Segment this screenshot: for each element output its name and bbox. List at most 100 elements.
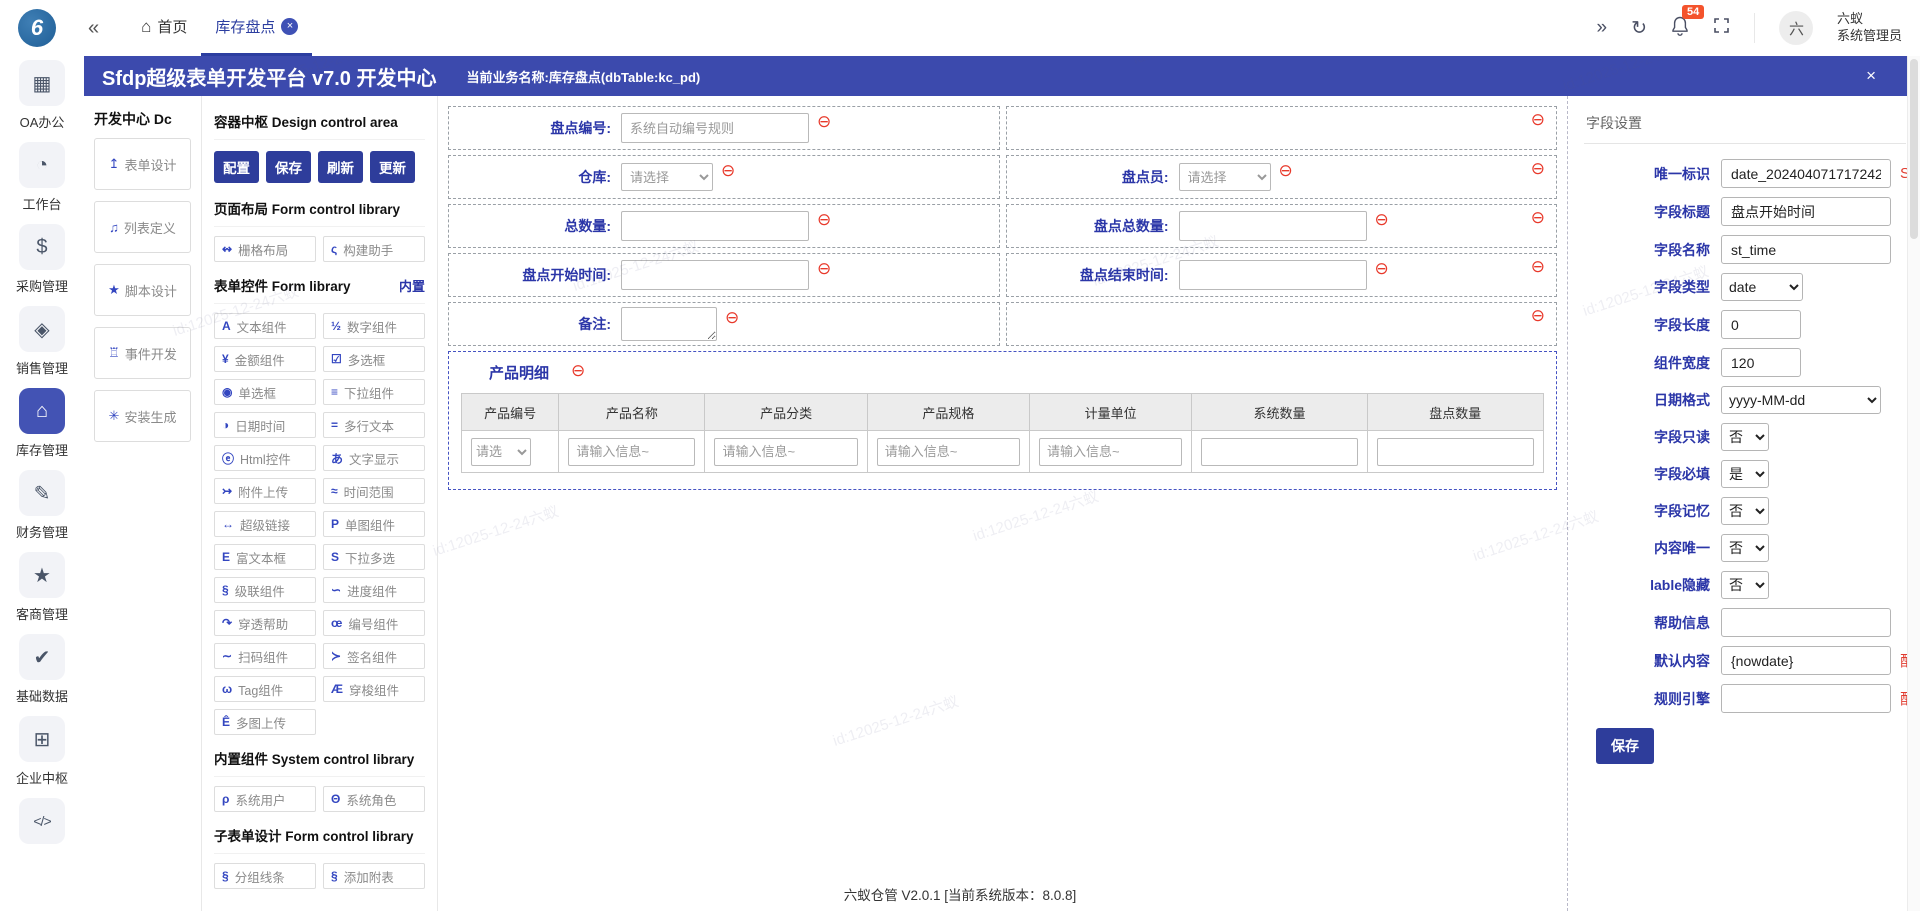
remove-field-icon[interactable]: ⊖ (1375, 211, 1389, 228)
remove-row-icon[interactable]: ⊖ (1531, 307, 1545, 324)
component-scan[interactable]: ∼ 扫码组件 (214, 643, 316, 669)
component-multi-select[interactable]: S 下拉多选 (323, 544, 425, 570)
field-name-input[interactable] (1721, 235, 1891, 264)
component-serial[interactable]: œ 编号组件 (323, 610, 425, 636)
component-tag[interactable]: ω Tag组件 (214, 676, 316, 702)
total-qty-input[interactable] (621, 211, 809, 241)
sidebar-item-sales[interactable]: ◈ 销售管理 (16, 306, 68, 377)
component-richtext[interactable]: E 富文本框 (214, 544, 316, 570)
component-text[interactable]: A 文本组件 (214, 313, 316, 339)
component-system-role[interactable]: Θ 系统角色 (323, 786, 425, 812)
unique-content-select[interactable]: 否 (1721, 534, 1769, 562)
cell-checker[interactable]: 盘点员: 请选择 ⊖ (1005, 155, 1557, 199)
collapse-sidebar-icon[interactable]: « (88, 17, 99, 40)
component-datetime[interactable]: ◑ 日期时间 (214, 412, 316, 438)
remark-textarea[interactable] (621, 307, 717, 341)
unique-id-input[interactable] (1721, 159, 1891, 188)
remove-row-icon[interactable]: ⊖ (1531, 209, 1545, 226)
tab-close-icon[interactable]: × (281, 18, 299, 35)
inventory-no-input[interactable] (621, 113, 809, 143)
date-format-select[interactable]: yyyy-MM-dd (1721, 386, 1881, 414)
remove-row-icon[interactable]: ⊖ (1531, 258, 1545, 275)
check-total-qty-input[interactable] (1178, 211, 1367, 241)
remove-field-icon[interactable]: ⊖ (1375, 260, 1389, 277)
dev-item-install-gen[interactable]: ✳ 安装生成 (94, 390, 191, 442)
field-title-input[interactable] (1721, 197, 1891, 226)
product-spec-input[interactable] (876, 437, 1021, 466)
component-width-input[interactable] (1721, 348, 1801, 377)
tab-home[interactable]: ⌂ 首页 (127, 0, 201, 56)
readonly-select[interactable]: 否 (1721, 423, 1769, 451)
scrollbar-thumb[interactable] (1910, 59, 1918, 239)
save-button[interactable]: 保存 (266, 151, 311, 183)
field-type-select[interactable]: date (1721, 273, 1803, 301)
remove-field-icon[interactable]: ⊖ (1279, 162, 1293, 179)
grid-layout-item[interactable]: ↭ 栅格布局 (214, 236, 316, 262)
cell-empty[interactable] (1005, 302, 1557, 346)
sidebar-item-customer[interactable]: ★ 客商管理 (16, 552, 68, 623)
component-text-display[interactable]: あ文字显示 (323, 445, 425, 471)
sidebar-item-finance[interactable]: ✎ 财务管理 (16, 470, 68, 541)
app-logo-icon[interactable]: 6 (18, 9, 56, 47)
end-time-input[interactable] (1178, 260, 1367, 290)
component-amount[interactable]: ¥ 金额组件 (214, 346, 316, 372)
remove-field-icon[interactable]: ⊖ (817, 113, 831, 130)
expand-icon[interactable]: » (1596, 17, 1607, 39)
cell-check-total-qty[interactable]: 盘点总数量: ⊖ (1005, 204, 1557, 248)
cell-inventory-no[interactable]: 盘点编号: ⊖ (448, 106, 1000, 150)
cell-empty[interactable] (1005, 106, 1557, 150)
component-radio[interactable]: ◉ 单选框 (214, 379, 316, 405)
remove-row-icon[interactable]: ⊖ (1531, 111, 1545, 128)
remove-detail-icon[interactable]: ⊖ (571, 362, 585, 379)
product-name-input[interactable] (568, 437, 696, 466)
config-button[interactable]: 配置 (214, 151, 259, 183)
warehouse-select[interactable]: 请选择 (621, 163, 713, 191)
cell-end-time[interactable]: 盘点结束时间: ⊖ (1005, 253, 1557, 297)
component-cascade[interactable]: § 级联组件 (214, 577, 316, 603)
remove-field-icon[interactable]: ⊖ (721, 162, 735, 179)
unit-input[interactable] (1039, 437, 1183, 466)
tab-inventory-check[interactable]: 库存盘点 × (201, 0, 313, 56)
avatar[interactable]: 六 (1778, 11, 1813, 45)
component-dropdown[interactable]: ≡ 下拉组件 (323, 379, 425, 405)
help-info-input[interactable] (1721, 608, 1891, 637)
cell-total-qty[interactable]: 总数量: ⊖ (448, 204, 1000, 248)
field-length-input[interactable] (1721, 310, 1801, 339)
page-scrollbar[interactable] (1907, 56, 1920, 911)
sidebar-item-inventory[interactable]: ⌂ 库存管理 (16, 388, 68, 459)
component-progress[interactable]: ∽ 进度组件 (323, 577, 425, 603)
designer-close-icon[interactable]: × (1866, 66, 1876, 86)
component-multiline[interactable]: = 多行文本 (323, 412, 425, 438)
cell-warehouse[interactable]: 仓库: 请选择 ⊖ (448, 155, 1000, 199)
remove-field-icon[interactable]: ⊖ (817, 211, 831, 228)
build-helper-item[interactable]: ς 构建助手 (323, 236, 425, 262)
sidebar-item-oa[interactable]: ▦ OA办公 (19, 60, 65, 131)
sidebar-item-basedata[interactable]: ✔ 基础数据 (16, 634, 68, 705)
user-meta[interactable]: 六蚁 系统管理员 (1837, 11, 1902, 45)
sidebar-item-enterprise[interactable]: ⊞ 企业中枢 (16, 716, 68, 787)
sidebar-item-purchase[interactable]: $ 采购管理 (16, 224, 68, 295)
component-hyperlink[interactable]: ↔ 超级链接 (214, 511, 316, 537)
system-qty-input[interactable] (1201, 437, 1358, 466)
component-attachment[interactable]: ↣ 附件上传 (214, 478, 316, 504)
remove-field-icon[interactable]: ⊖ (817, 260, 831, 277)
component-multi-image[interactable]: Ê 多图上传 (214, 709, 316, 735)
field-save-button[interactable]: 保存 (1596, 728, 1654, 764)
start-time-input[interactable] (621, 260, 809, 290)
check-qty-input[interactable] (1376, 437, 1534, 466)
memory-select[interactable]: 否 (1721, 497, 1769, 525)
component-time-range[interactable]: ≈ 时间范围 (323, 478, 425, 504)
product-category-input[interactable] (714, 437, 858, 466)
component-transfer[interactable]: Æ 穿梭组件 (323, 676, 425, 702)
sidebar-item-code[interactable]: </> (19, 798, 65, 844)
sidebar-item-workbench[interactable]: ◔ 工作台 (19, 142, 65, 213)
rule-engine-input[interactable] (1721, 684, 1891, 713)
cell-remark[interactable]: 备注: ⊖ (448, 302, 1000, 346)
dev-item-script-design[interactable]: ★ 脚本设计 (94, 264, 191, 316)
component-drill-help[interactable]: ↷ 穿透帮助 (214, 610, 316, 636)
update-button[interactable]: 更新 (370, 151, 415, 183)
default-content-input[interactable] (1721, 646, 1891, 675)
notifications-button[interactable]: 54 (1671, 4, 1705, 41)
component-number[interactable]: ½ 数字组件 (323, 313, 425, 339)
product-no-select[interactable]: 请选 (471, 437, 531, 466)
